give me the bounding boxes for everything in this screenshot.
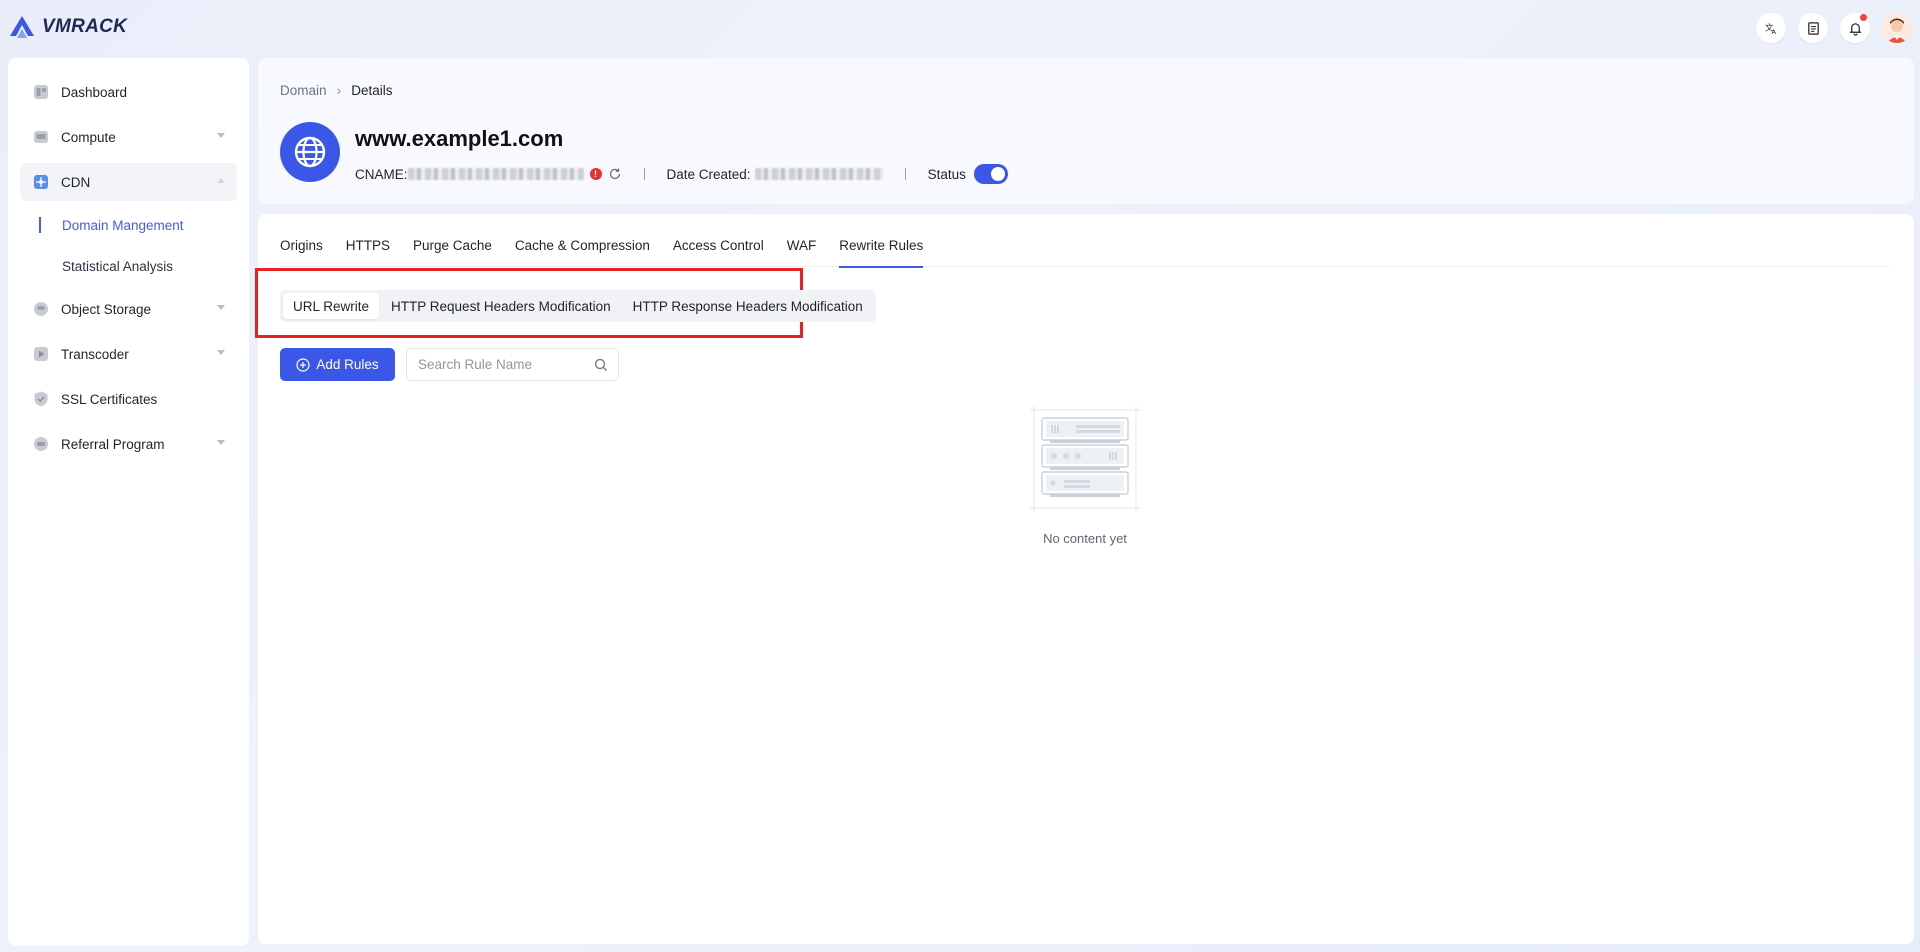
sidebar-item-domain-management[interactable]: Domain Mangement: [20, 208, 237, 242]
chevron-down-icon: [217, 350, 225, 355]
page-title: www.example1.com: [355, 126, 564, 151]
domain-meta: CNAME: ! Date Created: Status: [355, 162, 1008, 186]
bell-icon[interactable]: [1840, 13, 1870, 43]
top-bar: VMRACK 文A: [0, 0, 1920, 56]
tab-access-control[interactable]: Access Control: [673, 214, 764, 267]
search-icon[interactable]: [594, 358, 608, 372]
svg-text:A: A: [1771, 28, 1776, 36]
add-rules-label: Add Rules: [316, 357, 379, 372]
vmrack-logo-icon: [10, 16, 34, 38]
chevron-up-icon: [217, 178, 225, 183]
cname-label: CNAME:: [355, 166, 408, 182]
sidebar-item-referral-program[interactable]: Referral Program: [20, 425, 237, 463]
globe-icon: [280, 122, 340, 182]
empty-state: No content yet: [1030, 404, 1140, 546]
storage-icon: [32, 300, 50, 318]
main-panel: Origins HTTPS Purge Cache Cache & Compre…: [255, 214, 1914, 944]
tab-https[interactable]: HTTPS: [346, 214, 390, 267]
sidebar-item-object-storage[interactable]: Object Storage: [20, 290, 237, 328]
cname-value-redacted: [407, 168, 584, 180]
notification-dot: [1860, 14, 1867, 21]
sidebar-item-label: Transcoder: [61, 346, 129, 362]
date-created-value-redacted: [754, 168, 883, 180]
breadcrumb-domain-link[interactable]: Domain: [280, 83, 327, 98]
chevron-down-icon: [217, 440, 225, 445]
referral-icon: [32, 435, 50, 453]
sidebar-item-statistical-analysis[interactable]: Statistical Analysis: [20, 249, 237, 283]
tab-waf[interactable]: WAF: [787, 214, 817, 267]
tab-bar: Origins HTTPS Purge Cache Cache & Compre…: [280, 214, 1890, 268]
sidebar-item-dashboard[interactable]: Dashboard: [20, 73, 237, 111]
plus-circle-icon: [296, 357, 310, 372]
chevron-down-icon: [217, 305, 225, 310]
sidebar: Dashboard Compute CDN Domain Mangement S…: [8, 58, 249, 946]
sidebar-item-transcoder[interactable]: Transcoder: [20, 335, 237, 373]
cdn-icon: [32, 173, 50, 191]
tab-rewrite-rules[interactable]: Rewrite Rules: [839, 214, 924, 268]
domain-header: Domain › Details www.example1.com CNAME:…: [258, 58, 1914, 204]
tab-purge-cache[interactable]: Purge Cache: [413, 214, 492, 267]
refresh-icon[interactable]: [608, 167, 622, 181]
chevron-right-icon: ›: [336, 82, 342, 98]
breadcrumb-current: Details: [351, 82, 393, 98]
status-toggle[interactable]: [973, 164, 1008, 184]
sidebar-item-label: CDN: [61, 174, 91, 190]
divider: [643, 168, 645, 180]
rewrite-type-switcher: URL Rewrite HTTP Request Headers Modific…: [280, 290, 876, 322]
search-field: [406, 348, 619, 381]
tab-cache-compression[interactable]: Cache & Compression: [515, 214, 650, 267]
breadcrumb: Domain › Details: [280, 82, 392, 98]
translate-icon[interactable]: 文A: [1756, 13, 1786, 43]
avatar[interactable]: [1882, 13, 1912, 43]
sidebar-item-label: SSL Certificates: [61, 391, 158, 407]
sidebar-item-label: Compute: [61, 129, 116, 145]
empty-server-icon: [1030, 406, 1140, 512]
sidebar-item-label: Statistical Analysis: [62, 258, 174, 274]
error-icon[interactable]: !: [589, 168, 602, 180]
sidebar-item-label: Referral Program: [61, 436, 165, 452]
status-label: Status: [927, 166, 966, 182]
date-created-label: Date Created:: [666, 166, 751, 182]
sidebar-item-label: Object Storage: [61, 301, 152, 317]
subtab-response-headers[interactable]: HTTP Response Headers Modification: [623, 293, 873, 319]
transcoder-icon: [32, 345, 50, 363]
subtab-url-rewrite[interactable]: URL Rewrite: [283, 293, 380, 319]
sidebar-item-ssl-certificates[interactable]: SSL Certificates: [20, 380, 237, 418]
sidebar-item-compute[interactable]: Compute: [20, 118, 237, 156]
search-input[interactable]: [418, 357, 588, 372]
sidebar-item-label: Domain Mangement: [62, 217, 184, 233]
dashboard-icon: [32, 83, 50, 101]
sidebar-item-label: Dashboard: [61, 84, 128, 100]
chevron-down-icon: [217, 133, 225, 138]
subtab-request-headers[interactable]: HTTP Request Headers Modification: [381, 293, 621, 319]
tab-origins[interactable]: Origins: [280, 214, 323, 267]
compute-icon: [32, 128, 50, 146]
divider: [904, 168, 906, 180]
add-rules-button[interactable]: Add Rules: [280, 348, 395, 381]
logo[interactable]: VMRACK: [8, 14, 127, 40]
empty-state-text: No content yet: [1043, 531, 1127, 546]
shield-icon: [32, 390, 50, 408]
document-icon[interactable]: [1798, 13, 1828, 43]
sidebar-item-cdn[interactable]: CDN: [20, 163, 237, 201]
logo-text: VMRACK: [42, 16, 128, 37]
